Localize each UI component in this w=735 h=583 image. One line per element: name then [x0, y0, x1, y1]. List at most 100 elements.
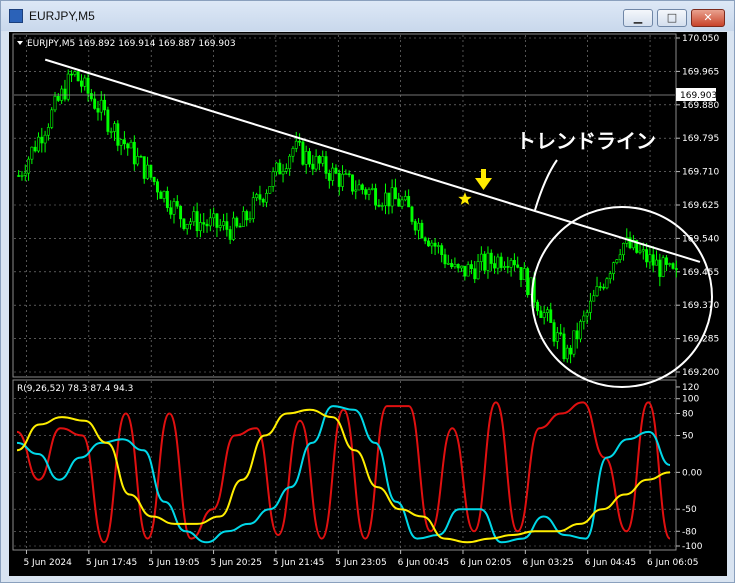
candle: [456, 264, 460, 269]
candle: [539, 310, 543, 318]
candle: [341, 173, 344, 187]
candle: [271, 171, 275, 187]
time-tick-label: 6 Jun 04:45: [585, 558, 636, 568]
close-button[interactable]: ✕: [691, 9, 725, 27]
minimize-button[interactable]: ▁: [623, 9, 653, 27]
candle: [344, 173, 348, 176]
chart-area[interactable]: 170.050 169.965 169.880 169.795 169.710 169.6…: [9, 32, 727, 576]
candle: [96, 108, 100, 113]
candle: [503, 266, 506, 268]
candle: [671, 263, 675, 269]
candle: [30, 146, 34, 160]
time-tick-label: 5 Jun 21:45: [273, 558, 324, 568]
candle: [73, 71, 77, 75]
candle: [245, 211, 249, 221]
candle: [172, 201, 176, 215]
candle: [651, 254, 655, 266]
price-tick-label: 169.880: [682, 101, 719, 111]
candle: [291, 148, 295, 157]
price-scale: 170.050 169.965 169.880 169.795 169.710 169.6…: [676, 34, 719, 378]
candle: [423, 237, 427, 242]
candle: [156, 181, 159, 193]
indicator-tick-label: 120: [682, 383, 699, 393]
candle: [397, 198, 401, 207]
candle: [317, 155, 321, 164]
candle: [142, 156, 146, 179]
candle: [265, 192, 268, 203]
candle: [251, 197, 255, 219]
time-tick-label: 6 Jun 02:05: [460, 558, 511, 568]
candle: [192, 211, 196, 223]
candle: [83, 77, 87, 87]
title-bar[interactable]: EURJPY,M5 ▁ □ ✕: [1, 1, 734, 31]
candle: [40, 136, 44, 144]
candle: [668, 263, 672, 265]
candle: [479, 253, 483, 262]
candle: [20, 175, 24, 177]
time-tick-label: 5 Jun 17:45: [86, 558, 137, 568]
price-tick-label: 170.050: [682, 34, 719, 44]
candle: [56, 96, 60, 101]
candle: [76, 71, 80, 82]
candle: [595, 286, 599, 297]
candle: [314, 155, 318, 170]
candle: [417, 222, 421, 231]
candle: [638, 250, 642, 253]
candle: [559, 332, 563, 335]
candle: [661, 257, 665, 277]
candle: [33, 146, 37, 152]
candle: [215, 213, 219, 228]
candle: [109, 131, 113, 133]
candle: [202, 222, 206, 225]
candle: [89, 93, 93, 100]
indicator-tick-label: -80: [682, 527, 697, 537]
candle: [592, 295, 596, 302]
candle: [248, 218, 252, 221]
price-tick-label: 169.625: [682, 201, 719, 211]
candle: [545, 309, 549, 313]
chart-canvas[interactable]: 170.050 169.965 169.880 169.795 169.710 169.6…: [9, 32, 727, 576]
candle: [536, 301, 539, 312]
candle: [185, 223, 189, 230]
candle: [212, 213, 216, 219]
candle: [50, 109, 54, 128]
time-tick-label: 5 Jun 23:05: [335, 558, 386, 568]
candle: [235, 217, 239, 227]
candle: [499, 256, 503, 268]
candle: [159, 191, 163, 199]
candle: [79, 80, 83, 87]
candle: [311, 163, 315, 170]
candle: [228, 229, 232, 240]
price-tick-label: 169.455: [682, 268, 719, 278]
candle: [582, 315, 586, 322]
candle: [53, 96, 57, 111]
candle: [274, 162, 278, 173]
candle: [555, 332, 559, 342]
candle: [440, 245, 444, 255]
candle: [380, 205, 384, 207]
candle: [225, 221, 229, 230]
candle: [165, 191, 169, 209]
candle: [331, 167, 335, 181]
candle: [664, 257, 668, 265]
price-panel-frame: [12, 33, 677, 378]
candle: [298, 140, 302, 143]
maximize-button[interactable]: □: [657, 9, 687, 27]
candle: [208, 217, 212, 227]
candle: [129, 141, 133, 149]
candle: [301, 141, 305, 165]
candle: [519, 267, 523, 280]
candle: [327, 173, 331, 181]
candle: [364, 189, 368, 195]
candle: [618, 254, 622, 260]
trendline-annotation: トレンドライン: [516, 129, 656, 153]
candle: [374, 188, 378, 206]
price-panel-header: EURJPY,M5 169.892 169.914 169.887 169.90…: [27, 39, 236, 49]
indicator-tick-label: 100: [682, 395, 699, 405]
candle: [605, 278, 609, 289]
candle: [146, 164, 150, 179]
candle: [598, 286, 602, 288]
time-tick-label: 6 Jun 06:05: [647, 558, 698, 568]
candle: [615, 259, 619, 264]
candle: [489, 252, 493, 264]
